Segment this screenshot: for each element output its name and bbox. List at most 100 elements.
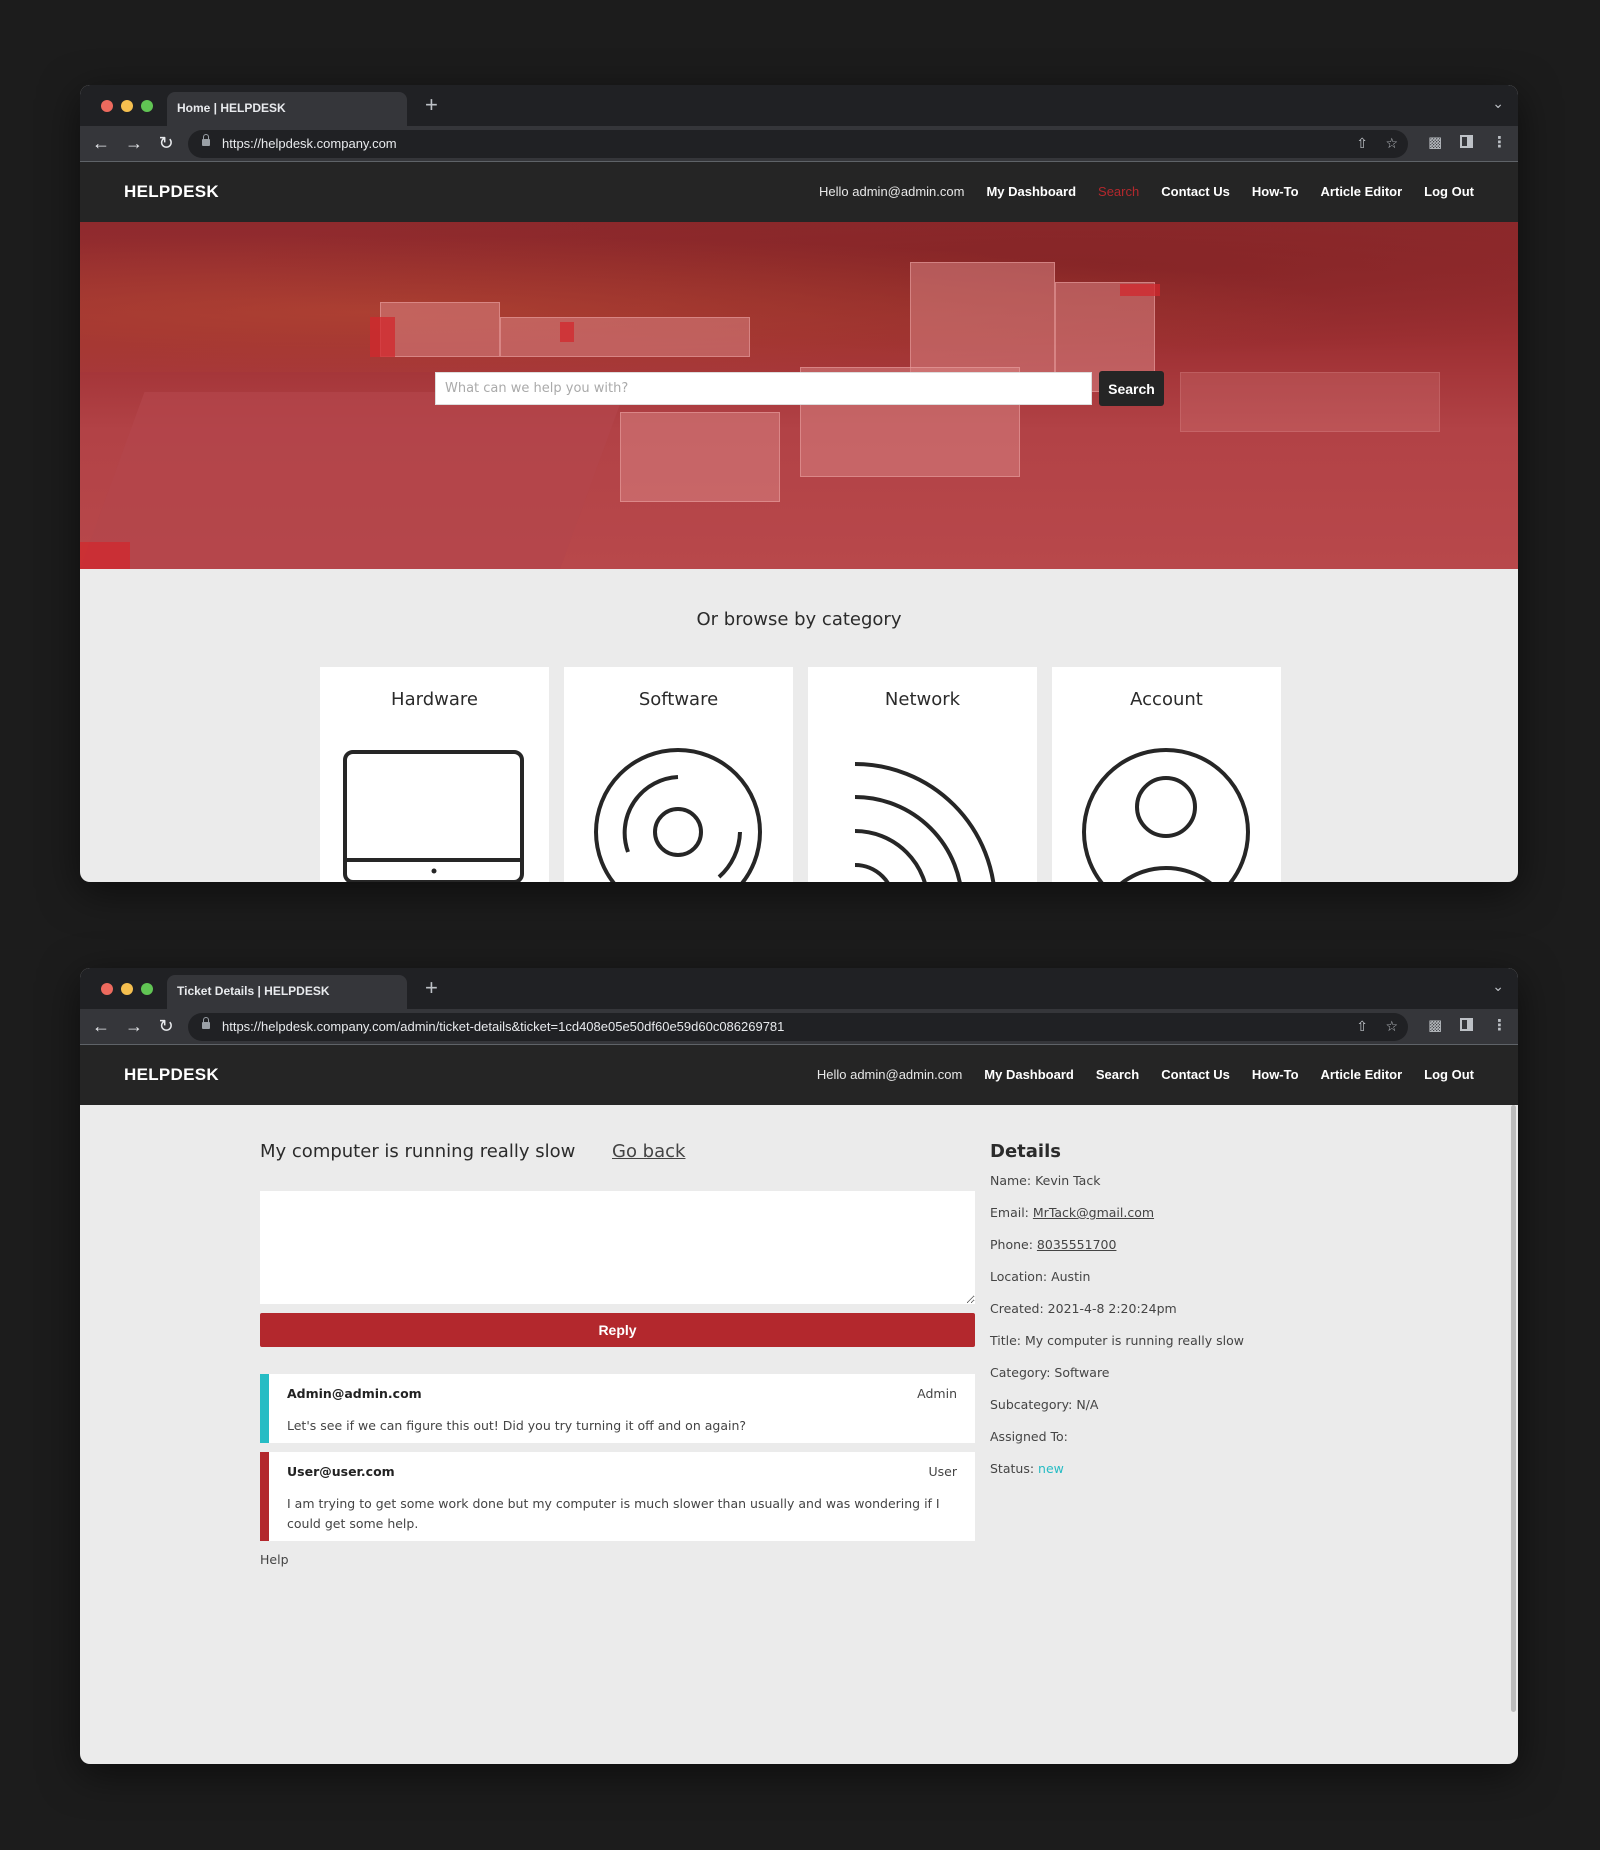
detail-assigned-to: Assigned To: xyxy=(990,1429,1068,1444)
site-logo[interactable]: HELPDESK xyxy=(124,182,219,202)
nav-my-dashboard[interactable]: My Dashboard xyxy=(984,1067,1074,1082)
kebab-menu-icon[interactable]: ⋮ xyxy=(1492,1016,1507,1034)
nav-log-out[interactable]: Log Out xyxy=(1424,184,1474,199)
lock-icon xyxy=(202,1017,210,1029)
browser-toolbar: ← → ↻ https://helpdesk.company.com ⇧ ☆ ▩… xyxy=(80,126,1518,162)
kebab-menu-icon[interactable]: ⋮ xyxy=(1492,133,1507,151)
detail-phone: Phone: 8035551700 xyxy=(990,1237,1117,1252)
user-greeting: Hello admin@admin.com xyxy=(816,1067,963,1082)
detail-email: Email: MrTack@gmail.com xyxy=(990,1205,1155,1220)
help-label: Help xyxy=(260,1552,289,1567)
hero-decor xyxy=(380,302,500,357)
go-back-link[interactable]: Go back xyxy=(612,1141,685,1162)
nav-article-editor[interactable]: Article Editor xyxy=(1321,1067,1403,1082)
star-icon[interactable]: ☆ xyxy=(1385,1018,1398,1035)
hero-decor xyxy=(370,317,395,357)
message-role: User xyxy=(928,1464,958,1479)
chevron-down-icon[interactable]: ⌄ xyxy=(1492,978,1504,995)
minimize-window-button[interactable] xyxy=(121,983,133,995)
laptop-icon xyxy=(343,750,524,882)
new-tab-button[interactable]: + xyxy=(425,976,438,1000)
share-icon[interactable]: ⇧ xyxy=(1356,1018,1368,1035)
site-nav: Hello admin@admin.com My Dashboard Searc… xyxy=(817,1067,1474,1082)
forward-arrow-icon[interactable]: → xyxy=(123,132,145,154)
nav-log-out[interactable]: Log Out xyxy=(1424,1067,1474,1082)
category-title: Account xyxy=(1130,689,1203,710)
category-title: Software xyxy=(638,689,719,710)
category-card-account[interactable]: Account xyxy=(1052,667,1281,882)
page-scrollbar[interactable] xyxy=(1511,1105,1516,1712)
forward-arrow-icon[interactable]: → xyxy=(123,1015,145,1037)
new-tab-button[interactable]: + xyxy=(425,93,438,117)
detail-location: Location: Austin xyxy=(990,1269,1091,1284)
tab-title: Home | HELPDESK xyxy=(177,101,286,115)
share-icon[interactable]: ⇧ xyxy=(1356,135,1368,152)
minimize-window-button[interactable] xyxy=(121,100,133,112)
browser-window-ticket: Ticket Details | HELPDESK + ⌄ ← → ↻ http… xyxy=(80,968,1518,1764)
wifi-signal-icon xyxy=(854,762,996,882)
maximize-window-button[interactable] xyxy=(141,983,153,995)
email-link[interactable]: MrTack@gmail.com xyxy=(1033,1205,1154,1220)
message-card: Admin@admin.com Admin Let's see if we ca… xyxy=(260,1374,975,1443)
close-window-button[interactable] xyxy=(101,983,113,995)
ticket-title: My computer is running really slow xyxy=(260,1141,576,1162)
chevron-down-icon[interactable]: ⌄ xyxy=(1492,95,1504,112)
site-nav: Hello admin@admin.com My Dashboard Searc… xyxy=(819,184,1474,199)
close-window-button[interactable] xyxy=(101,100,113,112)
reply-button[interactable]: Reply xyxy=(260,1313,975,1347)
user-circle-icon xyxy=(1082,748,1250,882)
nav-my-dashboard[interactable]: My Dashboard xyxy=(986,184,1076,199)
nav-contact-us[interactable]: Contact Us xyxy=(1161,184,1230,199)
hero-decor xyxy=(1120,284,1160,296)
reload-icon[interactable]: ↻ xyxy=(155,132,177,154)
star-icon[interactable]: ☆ xyxy=(1385,135,1398,152)
nav-how-to[interactable]: How-To xyxy=(1252,184,1299,199)
details-heading: Details xyxy=(990,1141,1061,1162)
hero-decor xyxy=(80,542,130,569)
category-card-software[interactable]: Software xyxy=(564,667,793,882)
message-role: Admin xyxy=(917,1386,957,1401)
detail-title: Title: My computer is running really slo… xyxy=(990,1333,1244,1348)
puzzle-extension-icon[interactable]: ▩ xyxy=(1428,1016,1442,1034)
side-panel-icon[interactable] xyxy=(1460,1016,1473,1035)
phone-link[interactable]: 8035551700 xyxy=(1037,1237,1117,1252)
site-header: HELPDESK Hello admin@admin.com My Dashbo… xyxy=(80,1045,1518,1105)
site-logo[interactable]: HELPDESK xyxy=(124,1065,219,1085)
hero-decor xyxy=(560,322,574,342)
detail-category: Category: Software xyxy=(990,1365,1110,1380)
browser-tab-home[interactable]: Home | HELPDESK xyxy=(167,92,407,126)
detail-name: Name: Kevin Tack xyxy=(990,1173,1101,1188)
message-author: User@user.com xyxy=(287,1464,395,1479)
hero-background-image xyxy=(80,222,1518,372)
back-arrow-icon[interactable]: ← xyxy=(90,132,112,154)
address-bar[interactable]: https://helpdesk.company.com/admin/ticke… xyxy=(188,1013,1408,1041)
browser-toolbar: ← → ↻ https://helpdesk.company.com/admin… xyxy=(80,1009,1518,1045)
nav-contact-us[interactable]: Contact Us xyxy=(1161,1067,1230,1082)
back-arrow-icon[interactable]: ← xyxy=(90,1015,112,1037)
nav-search[interactable]: Search xyxy=(1096,1067,1139,1082)
hero-decor xyxy=(620,412,780,502)
tab-strip: Home | HELPDESK + ⌄ xyxy=(80,85,1518,126)
browser-tab-ticket-details[interactable]: Ticket Details | HELPDESK xyxy=(167,975,407,1009)
nav-how-to[interactable]: How-To xyxy=(1252,1067,1299,1082)
category-card-network[interactable]: Network xyxy=(808,667,1037,882)
category-title: Hardware xyxy=(391,689,478,710)
nav-article-editor[interactable]: Article Editor xyxy=(1321,184,1403,199)
reload-icon[interactable]: ↻ xyxy=(155,1015,177,1037)
nav-search[interactable]: Search xyxy=(1098,184,1139,199)
tab-title: Ticket Details | HELPDESK xyxy=(177,984,330,998)
disc-icon xyxy=(594,748,762,882)
maximize-window-button[interactable] xyxy=(141,100,153,112)
browse-heading: Or browse by category xyxy=(696,609,902,630)
side-panel-icon[interactable] xyxy=(1460,133,1473,152)
category-card-hardware[interactable]: Hardware xyxy=(320,667,549,882)
search-input[interactable] xyxy=(435,372,1092,405)
hero-decor xyxy=(1180,372,1440,432)
message-body: Let's see if we can figure this out! Did… xyxy=(287,1418,747,1433)
search-button[interactable]: Search xyxy=(1099,371,1164,406)
address-bar[interactable]: https://helpdesk.company.com ⇧ ☆ xyxy=(188,130,1408,158)
hero-decor xyxy=(910,262,1055,382)
reply-textarea[interactable] xyxy=(260,1191,975,1304)
puzzle-extension-icon[interactable]: ▩ xyxy=(1428,133,1442,151)
message-body: I am trying to get some work done but my… xyxy=(287,1496,940,1531)
